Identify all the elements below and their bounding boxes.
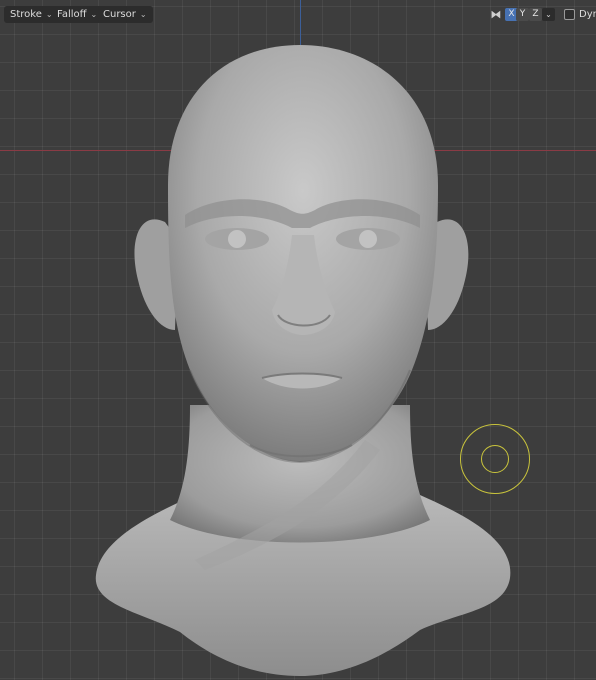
sculpt-head-mesh[interactable] [0,0,596,680]
brush-cursor-inner-ring [481,445,509,473]
cursor-label: Cursor [103,9,136,20]
cursor-dropdown[interactable]: Cursor ⌄ [97,6,153,23]
chevron-down-icon: ⌄ [139,10,147,19]
falloff-dropdown[interactable]: Falloff ⌄ [51,6,104,23]
stroke-label: Stroke [10,9,42,20]
tool-header: Stroke ⌄ Falloff ⌄ Cursor ⌄ ⧓ X Y Z ⌄ Dyn [0,0,596,28]
dyntopo-checkbox[interactable] [564,9,575,20]
3d-viewport[interactable] [0,0,596,680]
mirror-y-toggle[interactable]: Y [516,8,529,21]
falloff-label: Falloff [57,9,87,20]
butterfly-icon: ⧓ [490,8,502,21]
dyntopo-label[interactable]: Dyn [579,6,596,23]
mirror-z-toggle[interactable]: Z [529,8,542,21]
chevron-down-icon[interactable]: ⌄ [542,8,555,21]
